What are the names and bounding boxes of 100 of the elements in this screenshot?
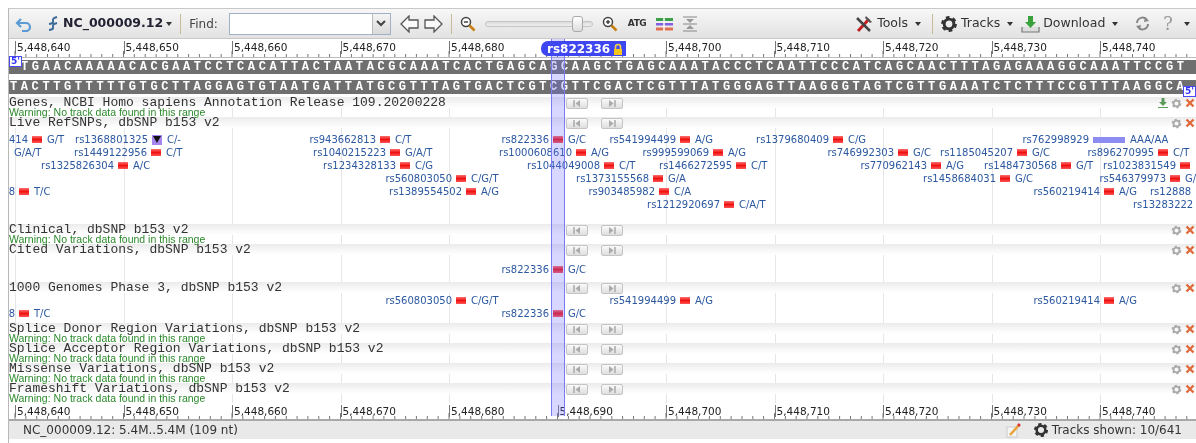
variant-marker[interactable] bbox=[19, 310, 29, 317]
previous-feature-button[interactable] bbox=[566, 384, 588, 395]
close-button[interactable] bbox=[1185, 98, 1195, 108]
pan-right-button[interactable] bbox=[423, 14, 443, 33]
menu-button[interactable]: Download bbox=[1021, 14, 1119, 33]
variant-marker[interactable] bbox=[1158, 149, 1168, 156]
variant-id[interactable]: rs1212920697 bbox=[647, 199, 724, 210]
variant-id[interactable]: rs1389554502 bbox=[389, 186, 466, 197]
zoom-out-button[interactable] bbox=[459, 15, 476, 32]
close-button[interactable] bbox=[1185, 324, 1195, 334]
previous-feature-button[interactable] bbox=[566, 118, 588, 129]
variant-marker[interactable] bbox=[553, 266, 563, 273]
variant-id[interactable]: rs1373155568 bbox=[576, 173, 653, 184]
previous-feature-button[interactable] bbox=[566, 344, 588, 355]
close-button[interactable] bbox=[1185, 245, 1195, 255]
settings-button[interactable] bbox=[1171, 324, 1182, 335]
variant-id[interactable]: rs560803050 bbox=[385, 173, 456, 184]
zoom-slider[interactable] bbox=[484, 15, 593, 32]
variant-id[interactable]: rs1023831549 bbox=[1103, 160, 1180, 171]
close-button[interactable] bbox=[1185, 364, 1195, 374]
previous-feature-button[interactable] bbox=[566, 245, 588, 256]
variant-id[interactable]: rs822336 bbox=[501, 264, 553, 275]
variant-id[interactable]: 414 bbox=[9, 134, 32, 145]
variant-id[interactable]: rs1234328133 bbox=[323, 160, 400, 171]
back-button[interactable] bbox=[15, 15, 33, 32]
sequence-menu[interactable]: NC_000009.12 bbox=[46, 15, 173, 32]
settings-button[interactable] bbox=[1171, 364, 1182, 375]
settings-button[interactable] bbox=[1171, 283, 1182, 294]
variant-id[interactable]: rs560219414 bbox=[1033, 295, 1104, 306]
variant-marker[interactable] bbox=[833, 136, 843, 143]
settings-button[interactable] bbox=[1171, 225, 1182, 236]
close-button[interactable] bbox=[1185, 118, 1195, 128]
variant-marker[interactable] bbox=[604, 162, 614, 169]
settings-button[interactable] bbox=[1171, 118, 1182, 129]
variant-marker[interactable]: rs822336 bbox=[541, 41, 627, 56]
next-feature-button[interactable] bbox=[601, 324, 623, 335]
variant-id[interactable]: rs896270995 bbox=[1087, 147, 1158, 158]
next-feature-button[interactable] bbox=[601, 384, 623, 395]
variant-marker[interactable] bbox=[19, 188, 29, 195]
dropdown-button[interactable] bbox=[371, 13, 390, 34]
variant-id[interactable]: rs1325826304 bbox=[41, 160, 118, 171]
collapse-button[interactable] bbox=[682, 15, 699, 32]
variant-id[interactable]: 8 bbox=[9, 308, 19, 319]
next-feature-button[interactable] bbox=[601, 283, 623, 294]
deletion-marker[interactable] bbox=[152, 134, 162, 145]
variant-id[interactable]: rs822336 bbox=[501, 134, 553, 145]
next-feature-button[interactable] bbox=[601, 245, 623, 256]
next-feature-button[interactable] bbox=[601, 118, 623, 129]
previous-feature-button[interactable] bbox=[566, 364, 588, 375]
variant-id[interactable]: rs1368801325 bbox=[75, 134, 152, 145]
variant-marker[interactable] bbox=[931, 162, 941, 169]
variant-id[interactable]: rs1484730568 bbox=[984, 160, 1061, 171]
variant-id[interactable]: rs943662813 bbox=[309, 134, 380, 145]
variant-id[interactable]: rs762998929 bbox=[1022, 134, 1093, 145]
zoom-in-button[interactable] bbox=[601, 15, 618, 32]
close-button[interactable] bbox=[1185, 384, 1195, 394]
variant-marker[interactable] bbox=[553, 136, 563, 143]
variant-id[interactable]: rs541994499 bbox=[609, 295, 680, 306]
next-feature-button[interactable] bbox=[601, 344, 623, 355]
previous-feature-button[interactable] bbox=[566, 98, 588, 109]
find-field[interactable] bbox=[228, 12, 391, 35]
track-config-button[interactable] bbox=[656, 16, 674, 31]
variant-id[interactable]: rs746992303 bbox=[827, 147, 898, 158]
variant-id[interactable]: rs1449122956 bbox=[74, 147, 151, 158]
variant-marker[interactable] bbox=[1180, 162, 1190, 169]
variant-id[interactable]: rs1458684031 bbox=[923, 173, 1000, 184]
variant-id[interactable]: rs822336 bbox=[501, 308, 553, 319]
variant-id[interactable]: rs13283222 bbox=[1133, 199, 1194, 210]
variant-marker[interactable] bbox=[400, 162, 410, 169]
slider-thumb[interactable] bbox=[572, 15, 584, 32]
variant-id[interactable]: rs1185045207 bbox=[940, 147, 1017, 158]
variant-marker[interactable] bbox=[1000, 175, 1010, 182]
variant-id[interactable]: rs541994499 bbox=[609, 134, 680, 145]
variant-id[interactable]: rs903485982 bbox=[588, 186, 659, 197]
menu-button[interactable]: Tracks bbox=[939, 14, 1014, 33]
variant-id[interactable]: rs560219414 bbox=[1033, 186, 1104, 197]
variant-marker[interactable] bbox=[724, 201, 734, 208]
variant-marker[interactable] bbox=[1104, 297, 1114, 304]
next-feature-button[interactable] bbox=[601, 225, 623, 236]
variant-marker[interactable] bbox=[380, 136, 390, 143]
edit-button[interactable] bbox=[1005, 422, 1021, 438]
variant-marker[interactable] bbox=[1104, 188, 1114, 195]
pan-left-button[interactable] bbox=[399, 14, 419, 33]
close-button[interactable] bbox=[1185, 344, 1195, 354]
variant-marker[interactable] bbox=[576, 149, 586, 156]
variant-marker[interactable] bbox=[1017, 149, 1027, 156]
next-feature-button[interactable] bbox=[601, 98, 623, 109]
menu-button[interactable]: Tools bbox=[855, 14, 921, 33]
close-button[interactable] bbox=[1185, 225, 1195, 235]
variant-marker[interactable] bbox=[456, 297, 466, 304]
variant-id[interactable]: 8 bbox=[9, 186, 19, 197]
variant-marker[interactable] bbox=[1093, 136, 1125, 143]
variant-marker[interactable] bbox=[151, 149, 161, 156]
variant-id[interactable]: rs12888 bbox=[1150, 186, 1192, 197]
sequence-text-button[interactable]: ATG bbox=[626, 19, 648, 28]
variant-marker[interactable] bbox=[898, 149, 908, 156]
settings-button[interactable] bbox=[1171, 384, 1182, 395]
variant-id[interactable]: rs546379973 bbox=[1099, 173, 1170, 184]
settings-button[interactable] bbox=[1171, 98, 1182, 109]
variant-marker[interactable] bbox=[1170, 175, 1180, 182]
